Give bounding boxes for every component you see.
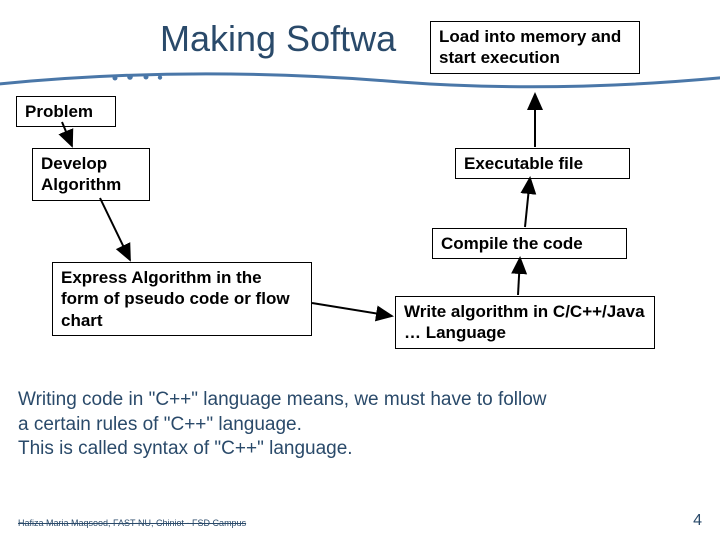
slide-number: 4 — [693, 512, 702, 530]
box-express-algorithm: Express Algorithm in the form of pseudo … — [52, 262, 312, 336]
box-load-execute: Load into memory and start execution — [430, 21, 640, 74]
note-line-1: Writing code in "C++" language means, we… — [18, 388, 547, 413]
box-write-algorithm: Write algorithm in C/C++/Java … Language — [395, 296, 655, 349]
box-executable-file: Executable file — [455, 148, 630, 179]
syntax-note: Writing code in "C++" language means, we… — [18, 388, 547, 462]
footer-credit: Hafiza Maria Maqsood, FAST-NU, Chiniot -… — [18, 518, 246, 528]
slide-title: Making Softwa — [160, 18, 396, 60]
box-compile-code: Compile the code — [432, 228, 627, 259]
note-line-2: a certain rules of "C++" language. — [18, 413, 547, 438]
box-develop-algorithm: Develop Algorithm — [32, 148, 150, 201]
box-problem: Problem — [16, 96, 116, 127]
note-line-3: This is called syntax of "C++" language. — [18, 437, 547, 462]
